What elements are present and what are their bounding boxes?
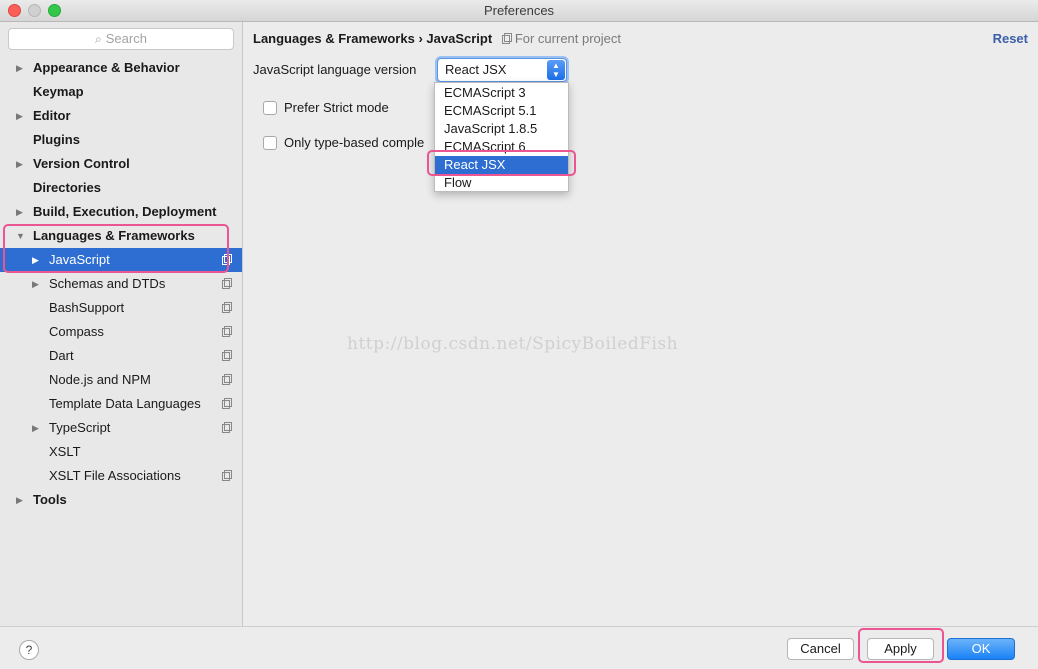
settings-main-panel: Languages & Frameworks › JavaScript For … — [243, 22, 1038, 626]
annotation-highlight-box — [3, 224, 229, 273]
watermark: http://blog.csdn.net/SpicyBoiledFish — [347, 334, 679, 354]
sidebar-item-plugins[interactable]: Plugins — [0, 128, 242, 152]
project-scope-icon — [222, 422, 232, 433]
project-scope-icon — [222, 350, 232, 361]
sidebar-item-xslt[interactable]: XSLT — [0, 440, 242, 464]
sidebar-item-label: Plugins — [33, 132, 80, 147]
strict-mode-option[interactable]: Prefer Strict mode — [263, 100, 463, 118]
title-bar: Preferences — [0, 0, 1038, 22]
expand-arrow-icon[interactable]: ▶ — [32, 272, 39, 296]
sidebar-item-schemas-dtds[interactable]: ▶ Schemas and DTDs — [0, 272, 242, 296]
sidebar-item-template-data-languages[interactable]: Template Data Languages — [0, 392, 242, 416]
breadcrumb-current: JavaScript — [426, 31, 493, 46]
sidebar-item-label: Schemas and DTDs — [49, 276, 166, 291]
project-scope-note: For current project — [501, 31, 622, 46]
dialog-footer: ? Cancel Apply OK — [0, 626, 1038, 669]
sidebar-item-label: Build, Execution, Deployment — [33, 204, 217, 219]
sidebar-item-version-control[interactable]: ▶ Version Control — [0, 152, 242, 176]
expand-arrow-icon[interactable]: ▶ — [32, 416, 39, 440]
sidebar-item-keymap[interactable]: Keymap — [0, 80, 242, 104]
type-based-completion-checkbox[interactable] — [263, 136, 277, 150]
sidebar-item-label: Dart — [49, 348, 74, 363]
breadcrumb: Languages & Frameworks › JavaScript For … — [253, 31, 621, 46]
dropdown-option[interactable]: ECMAScript 5.1 — [435, 102, 568, 120]
search-input[interactable]: ⌕ Search — [8, 28, 234, 50]
sidebar-item-label: Version Control — [33, 156, 130, 171]
project-scope-icon — [222, 470, 232, 481]
sidebar-item-label: Tools — [33, 492, 67, 507]
sidebar-item-label: Compass — [49, 324, 104, 339]
sidebar-item-build-execution-deployment[interactable]: ▶ Build, Execution, Deployment — [0, 200, 242, 224]
window-title: Preferences — [483, 3, 555, 18]
sidebar-item-tools[interactable]: ▶ Tools — [0, 488, 242, 512]
sidebar-item-label: BashSupport — [49, 300, 125, 315]
expand-arrow-icon[interactable]: ▶ — [16, 488, 23, 512]
sidebar-item-label: Editor — [33, 108, 71, 123]
expand-arrow-icon[interactable]: ▶ — [16, 104, 23, 128]
sidebar-item-xslt-file-associations[interactable]: XSLT File Associations — [0, 464, 242, 488]
sidebar-item-appearance-behavior[interactable]: ▶ Appearance & Behavior — [0, 56, 242, 80]
project-scope-icon — [222, 302, 232, 313]
type-based-completion-label: Only type-based comple — [284, 135, 425, 150]
sidebar-item-bashsupport[interactable]: BashSupport — [0, 296, 242, 320]
js-version-label: JavaScript language version — [253, 62, 417, 77]
cancel-button[interactable]: Cancel — [787, 638, 854, 660]
sidebar-item-editor[interactable]: ▶ Editor — [0, 104, 242, 128]
sidebar-item-label: TypeScript — [49, 420, 111, 435]
search-placeholder: Search — [105, 31, 147, 46]
project-scope-icon — [222, 326, 232, 337]
dropdown-option[interactable]: JavaScript 1.8.5 — [435, 120, 568, 138]
breadcrumb-separator: › — [418, 31, 423, 46]
select-stepper-icon[interactable]: ▲ ▼ — [547, 60, 565, 80]
expand-arrow-icon[interactable]: ▶ — [16, 152, 23, 176]
reset-link[interactable]: Reset — [993, 31, 1028, 46]
sidebar-item-directories[interactable]: Directories — [0, 176, 242, 200]
type-based-completion-option[interactable]: Only type-based comple — [263, 135, 435, 153]
project-scope-icon — [222, 374, 232, 385]
help-button[interactable]: ? — [19, 640, 39, 660]
project-scope-icon — [222, 278, 232, 289]
sidebar-item-nodejs-npm[interactable]: Node.js and NPM — [0, 368, 242, 392]
project-scope-icon — [501, 33, 512, 44]
project-scope-label: For current project — [514, 31, 622, 46]
dropdown-option[interactable]: Flow — [435, 174, 568, 192]
sidebar-item-compass[interactable]: Compass — [0, 320, 242, 344]
search-icon: ⌕ — [95, 32, 102, 46]
sidebar-item-label: Appearance & Behavior — [33, 60, 180, 75]
sidebar-item-label: XSLT — [49, 444, 81, 459]
strict-mode-checkbox[interactable] — [263, 101, 277, 115]
strict-mode-label: Prefer Strict mode — [284, 100, 389, 115]
annotation-highlight-box — [427, 150, 576, 176]
expand-arrow-icon[interactable]: ▶ — [16, 200, 23, 224]
js-version-selected-value: React JSX — [445, 62, 507, 77]
sidebar-item-label: Directories — [33, 180, 101, 195]
expand-arrow-icon[interactable]: ▶ — [16, 56, 23, 80]
project-scope-icon — [222, 398, 232, 409]
breadcrumb-parent: Languages & Frameworks — [253, 31, 415, 46]
dropdown-option[interactable]: ECMAScript 3 — [435, 84, 568, 102]
ok-button[interactable]: OK — [947, 638, 1015, 660]
sidebar-item-label: Template Data Languages — [49, 396, 201, 411]
sidebar-item-typescript[interactable]: ▶ TypeScript — [0, 416, 242, 440]
settings-sidebar: ⌕ Search ▶ Appearance & Behavior Keymap ▶… — [0, 22, 243, 626]
js-version-select[interactable]: React JSX ▲ ▼ — [437, 58, 567, 82]
sidebar-item-label: Node.js and NPM — [49, 372, 151, 387]
sidebar-item-label: XSLT File Associations — [49, 468, 181, 483]
annotation-highlight-box — [858, 628, 944, 663]
sidebar-item-label: Keymap — [33, 84, 84, 99]
sidebar-item-dart[interactable]: Dart — [0, 344, 242, 368]
